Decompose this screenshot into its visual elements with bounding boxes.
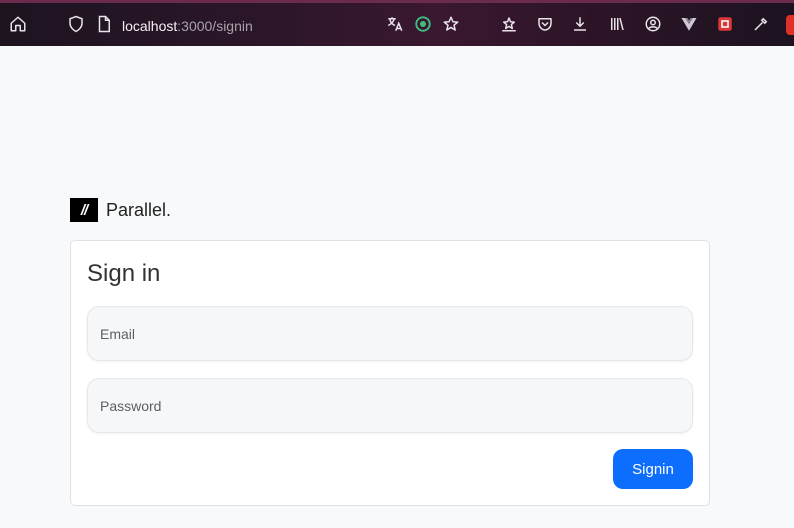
vue-devtools-icon[interactable]: [678, 13, 700, 35]
password-field-wrapper: [87, 378, 693, 433]
email-field[interactable]: [88, 307, 692, 360]
translate-icon[interactable]: [384, 13, 406, 35]
bookmark-star-icon[interactable]: [440, 13, 462, 35]
page-title: Sign in: [87, 260, 161, 287]
page-icon[interactable]: [93, 13, 115, 35]
url-bar[interactable]: localhost:3000/signin: [122, 18, 253, 34]
email-field-wrapper: [87, 306, 693, 361]
extension-red-icon[interactable]: [714, 13, 736, 35]
download-icon[interactable]: [569, 13, 591, 35]
account-icon[interactable]: [642, 13, 664, 35]
color-picker-icon[interactable]: [750, 13, 772, 35]
shield-icon[interactable]: [65, 13, 87, 35]
brand: // Parallel.: [70, 198, 171, 222]
browser-toolbar: localhost:3000/signin: [0, 0, 794, 46]
pocket-icon[interactable]: [534, 13, 556, 35]
extension-overflow-icon[interactable]: [786, 15, 794, 35]
brand-logo: //: [70, 198, 98, 222]
url-path: :3000/signin: [177, 18, 253, 34]
signin-card: Sign in Signin: [70, 240, 710, 506]
home-icon[interactable]: [7, 13, 29, 35]
url-host: localhost: [122, 18, 178, 34]
brand-name: Parallel.: [106, 199, 172, 220]
signin-button[interactable]: Signin: [613, 449, 693, 489]
password-field[interactable]: [88, 379, 692, 432]
library-icon[interactable]: [606, 13, 628, 35]
pocket-star-icon[interactable]: [498, 13, 520, 35]
extension-green-icon[interactable]: [412, 13, 434, 35]
